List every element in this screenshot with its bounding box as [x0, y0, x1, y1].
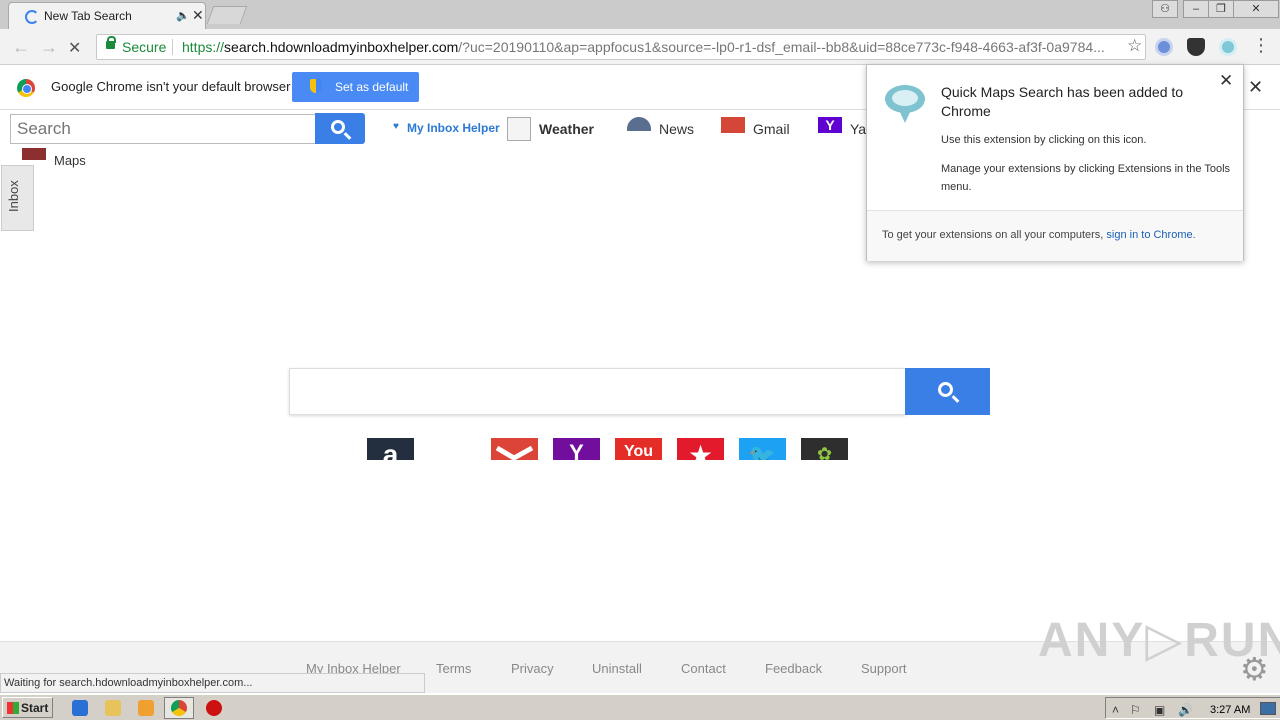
url-text[interactable]: https://search.hdownloadmyinboxhelper.co… [182, 39, 1117, 55]
bookmark-star-icon[interactable]: ☆ [1127, 36, 1142, 56]
stop-loading-button[interactable]: ✕ [68, 38, 81, 58]
gmail-quick-link-icon[interactable] [491, 438, 538, 460]
address-bar[interactable]: Secure https://search.hdownloadmyinboxhe… [96, 34, 1146, 60]
extension-shield-icon[interactable] [1187, 38, 1205, 56]
internet-explorer-icon[interactable] [72, 700, 88, 716]
user-icon[interactable]: ⚇ [1152, 0, 1178, 18]
new-tab-button[interactable] [206, 6, 248, 24]
maps-link[interactable]: Maps [54, 153, 86, 168]
volume-icon[interactable]: 🔊 [1178, 703, 1193, 717]
restore-button[interactable]: ❐ [1208, 0, 1234, 18]
quick-maps-icon [885, 85, 925, 123]
footer-link-feedback[interactable]: Feedback [765, 661, 822, 676]
top-search-button[interactable] [315, 113, 365, 144]
gmail-link[interactable]: Gmail [753, 121, 790, 137]
maps-icon[interactable] [22, 148, 46, 160]
news-icon[interactable] [627, 117, 651, 131]
amazon-quick-link-icon[interactable]: a [367, 438, 414, 460]
url-host: search.hdownloadmyinboxhelper.com [224, 39, 459, 55]
opera-icon[interactable] [206, 700, 222, 716]
chrome-icon [171, 700, 187, 716]
popup-manage-text: Manage your extensions by clicking Exten… [941, 163, 1231, 193]
set-as-default-label: Set as default [335, 80, 409, 94]
show-desktop-icon[interactable] [1260, 702, 1276, 715]
start-button[interactable]: Start [2, 697, 53, 718]
minimize-button[interactable]: – [1183, 0, 1209, 18]
leaf-quick-link-icon[interactable]: ✿ [801, 438, 848, 460]
tab-close-icon[interactable]: ✕ [192, 7, 204, 24]
system-tray: ˄ ⚐ ▣ 🔊 3:27 AM [1105, 697, 1280, 719]
forward-button[interactable]: → [40, 37, 58, 58]
popup-footer-text: To get your extensions on all your compu… [882, 229, 1196, 241]
inbox-tab-label: Inbox [6, 180, 21, 212]
action-center-flag-icon[interactable]: ⚐ [1130, 703, 1141, 717]
back-button[interactable]: ← [12, 37, 30, 58]
title-bar: New Tab Search 🔈 ✕ ⚇ – ❐ ✕ [0, 0, 1280, 30]
chrome-logo-icon [17, 79, 35, 97]
weather-link[interactable]: Weather [539, 121, 594, 137]
news-link[interactable]: News [659, 121, 694, 137]
url-query: /?uc=20190110&ap=appfocus1&source=-lp0-r… [458, 39, 1105, 55]
address-divider [172, 39, 173, 55]
clock[interactable]: 3:27 AM [1210, 704, 1250, 716]
footer-link-support[interactable]: Support [861, 661, 907, 676]
uac-shield-icon [310, 79, 322, 93]
tab-new-tab-search[interactable]: New Tab Search 🔈 ✕ [8, 2, 206, 30]
lock-icon [106, 36, 116, 49]
main-search-input[interactable] [289, 368, 906, 415]
taskbar-chrome-button[interactable] [164, 697, 194, 719]
window-close-button[interactable]: ✕ [1233, 0, 1279, 18]
browser-toolbar: ← → ✕ Secure https://search.hdownloadmyi… [0, 29, 1280, 65]
main-search-button[interactable] [905, 368, 990, 415]
url-scheme: https:// [182, 39, 225, 55]
speaker-icon[interactable]: 🔈 [176, 9, 190, 22]
gmail-icon[interactable] [721, 117, 745, 133]
macys-quick-link-icon[interactable]: ★ [677, 438, 724, 460]
set-as-default-button[interactable]: Set as default [292, 72, 419, 102]
youtube-quick-link-icon[interactable]: You [615, 438, 662, 460]
tray-expand-icon[interactable]: ˄ [1112, 703, 1119, 717]
inbox-helper-icon: ♥ [393, 121, 399, 132]
extension-added-popup: Quick Maps Search has been added to Chro… [866, 64, 1244, 261]
settings-gear-icon[interactable]: ⚙ [1240, 650, 1269, 688]
yahoo-quick-link-icon[interactable]: Y [553, 438, 600, 460]
popup-footer-message: To get your extensions on all your compu… [882, 229, 1104, 241]
status-bubble: Waiting for search.hdownloadmyinboxhelpe… [0, 673, 425, 693]
my-inbox-helper-link[interactable]: My Inbox Helper [407, 121, 500, 135]
windows-logo-icon [7, 702, 19, 714]
popup-close-icon[interactable]: ✕ [1219, 71, 1233, 91]
media-player-icon[interactable] [138, 700, 154, 716]
weather-icon[interactable] [507, 117, 531, 141]
inbox-side-tab[interactable]: Inbox [1, 165, 34, 231]
popup-usage-text: Use this extension by clicking on this i… [941, 134, 1147, 146]
search-icon [938, 382, 953, 397]
secure-label: Secure [122, 39, 167, 55]
infobar-message: Google Chrome isn't your default browser [51, 79, 291, 94]
tab-title: New Tab Search [44, 9, 132, 23]
file-explorer-icon[interactable] [105, 700, 121, 716]
footer-link-contact[interactable]: Contact [681, 661, 726, 676]
network-icon[interactable]: ▣ [1154, 703, 1165, 717]
infobar-close-icon[interactable]: ✕ [1248, 77, 1263, 98]
footer-link-uninstall[interactable]: Uninstall [592, 661, 642, 676]
search-icon [331, 120, 345, 134]
yahoo-icon[interactable]: Y [818, 117, 842, 133]
sign-in-link[interactable]: sign in to Chrome. [1106, 229, 1195, 241]
start-label: Start [21, 701, 49, 715]
yahoo-link[interactable]: Ya [850, 121, 866, 137]
extension-globe-icon[interactable] [1155, 38, 1173, 56]
loading-spinner-icon [25, 10, 39, 24]
top-search-input[interactable] [10, 114, 316, 144]
footer-link-terms[interactable]: Terms [436, 661, 471, 676]
quick-maps-extension-icon[interactable] [1219, 38, 1237, 56]
footer-link-privacy[interactable]: Privacy [511, 661, 554, 676]
popup-title: Quick Maps Search has been added to Chro… [941, 84, 1184, 119]
twitter-quick-link-icon[interactable]: 🐦 [739, 438, 786, 460]
chrome-menu-icon[interactable]: ⋮ [1252, 35, 1270, 55]
windows-taskbar: Start ˄ ⚐ ▣ 🔊 3:27 AM [0, 694, 1280, 720]
